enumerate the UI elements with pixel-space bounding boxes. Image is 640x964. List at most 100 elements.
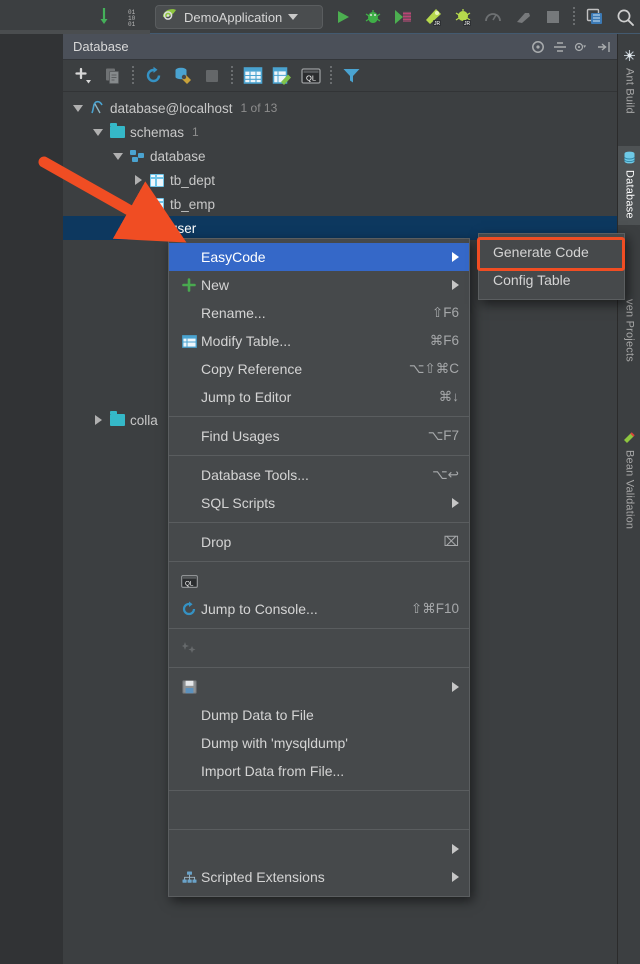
jump-to-data-button[interactable] [239,63,266,89]
stop-icon [540,4,566,30]
submenu-item-config-table[interactable]: Config Table [479,266,624,294]
menu-item-database-tools[interactable]: Database Tools... ⌥↩ [169,461,469,489]
menu-item-label: Dump Data to File [201,707,459,723]
tree-item-label: database [150,149,206,164]
menu-item-label: Jump to Console... [201,601,397,617]
menu-item-copy-reference[interactable]: Copy Reference ⌥⇧⌘C [169,355,469,383]
menu-item-shortcut: ⌘F6 [430,333,459,349]
bean-validation-icon [623,431,636,447]
options-gear-icon[interactable] [574,39,589,54]
run-icon[interactable] [330,4,356,30]
twisty-down-icon[interactable] [89,129,107,136]
submenu-arrow-icon [452,872,459,882]
tool-tab-maven-projects[interactable]: ven Projects [618,296,640,368]
menu-item-color-settings[interactable] [169,796,469,824]
menu-item-shortcut: ⌘↓ [439,389,459,405]
menu-item-shortcut: ⇧F6 [432,305,459,321]
menu-item-label: EasyCode [201,249,440,265]
debug-icon[interactable] [360,4,386,30]
schema-icon [127,149,147,163]
menu-item-shortcut: ⇧⌘F10 [411,601,459,617]
menu-item-new[interactable]: New [169,271,469,299]
menu-item-dump-data-to-file[interactable] [169,673,469,701]
refresh-button[interactable] [140,63,167,89]
compare-icon [177,641,201,655]
menu-item-scripted-extensions[interactable] [169,835,469,863]
tree-item-schemas[interactable]: schemas 1 [63,120,617,144]
jump-to-source-icon[interactable] [92,4,118,30]
tree-item-tb-dept[interactable]: tb_dept [63,168,617,192]
menu-item-find-usages[interactable]: Find Usages ⌥F7 [169,422,469,450]
collapse-all-icon[interactable] [552,39,567,54]
tool-tab-label: Ant Build [624,65,636,120]
table-icon [147,222,167,235]
menu-item-drop[interactable]: Drop ⌧ [169,528,469,556]
run-configuration-selector[interactable]: DemoApplication [155,5,323,29]
menu-item-jump-to-console[interactable]: QL [169,567,469,595]
menu-item-label: Drop [201,534,429,550]
tree-item-count: 1 of 13 [241,101,278,115]
twisty-down-icon[interactable] [129,225,147,232]
menu-item-label: Jump to Editor [201,389,425,405]
tool-tab-ant-build[interactable]: Ant Build [618,44,640,120]
menu-item-diagrams[interactable]: Scripted Extensions [169,863,469,891]
tree-item-database[interactable]: database [63,144,617,168]
tool-tab-bean-validation[interactable]: Bean Validation [618,426,640,535]
run-with-profiler-icon[interactable]: JR [420,4,446,30]
update-project-icon[interactable] [582,4,608,30]
run-coverage-icon[interactable] [390,4,416,30]
menu-item-easycode[interactable]: EasyCode [169,243,469,271]
menu-item-label: SQL Scripts [201,495,440,511]
tree-item-label: database@localhost [110,101,233,116]
submenu-item-label: Config Table [493,272,614,288]
hide-tool-window-icon[interactable] [596,39,611,54]
twisty-right-icon[interactable] [129,175,147,185]
menu-item-synchronize[interactable]: Jump to Console... ⇧⌘F10 [169,595,469,623]
menu-item-sql-scripts[interactable]: SQL Scripts [169,489,469,517]
menu-item-import-data-from-file[interactable]: Dump with 'mysqldump' [169,729,469,757]
open-console-button[interactable]: QL [297,63,324,89]
menu-item-rename[interactable]: Rename... ⇧F6 [169,299,469,327]
menu-separator [169,829,469,830]
menu-item-label: Dump with 'mysqldump' [201,735,459,751]
twisty-right-icon[interactable] [89,415,107,425]
context-menu: EasyCode New Rename... ⇧F6 Modify [168,238,470,897]
tree-item-collations[interactable]: colla [89,408,158,432]
db-toolbar-separator-3 [330,66,332,86]
data-source-properties-button[interactable] [169,63,196,89]
folder-icon [107,414,127,426]
menu-item-modify-table[interactable]: Modify Table... ⌘F6 [169,327,469,355]
filter-button[interactable] [338,63,365,89]
add-new-button[interactable] [70,63,97,89]
submenu-arrow-icon [452,280,459,290]
tree-item-datasource[interactable]: database@localhost 1 of 13 [63,96,617,120]
submenu-item-generate-code[interactable]: Generate Code [479,238,624,266]
twisty-down-icon[interactable] [69,105,87,112]
modify-table-button[interactable] [268,63,295,89]
twisty-right-icon[interactable] [129,199,147,209]
stop-button [198,63,225,89]
menu-item-dump-with-mysqldump[interactable]: Dump Data to File [169,701,469,729]
editor-left-gutter [0,34,63,964]
chevron-down-icon[interactable] [288,14,298,20]
refresh-icon [177,601,201,617]
settings-gear-icon[interactable] [530,39,545,54]
menu-item-copy-table-to[interactable]: Import Data from File... [169,757,469,785]
menu-item-jump-to-editor[interactable]: Jump to Editor ⌘↓ [169,383,469,411]
menu-item-label: Database Tools... [201,467,418,483]
debug-attach-icon[interactable]: JR [450,4,476,30]
datasource-icon [87,100,107,116]
svg-text:JR: JR [464,21,471,27]
tool-tab-label: Database [624,167,636,225]
search-everywhere-icon[interactable] [612,4,638,30]
performance-gauge-icon [480,4,506,30]
tree-item-tb-emp[interactable]: tb_emp [63,192,617,216]
twisty-down-icon[interactable] [109,153,127,160]
menu-item-compare [169,634,469,662]
binary-data-icon[interactable]: 01 10 01 [122,4,148,30]
tool-tab-database[interactable]: Database [618,146,640,225]
folder-icon [107,126,127,138]
menu-separator [169,416,469,417]
main-toolbar: 01 10 01 DemoApplication [0,0,640,34]
menu-item-label: Scripted Extensions [201,869,440,885]
